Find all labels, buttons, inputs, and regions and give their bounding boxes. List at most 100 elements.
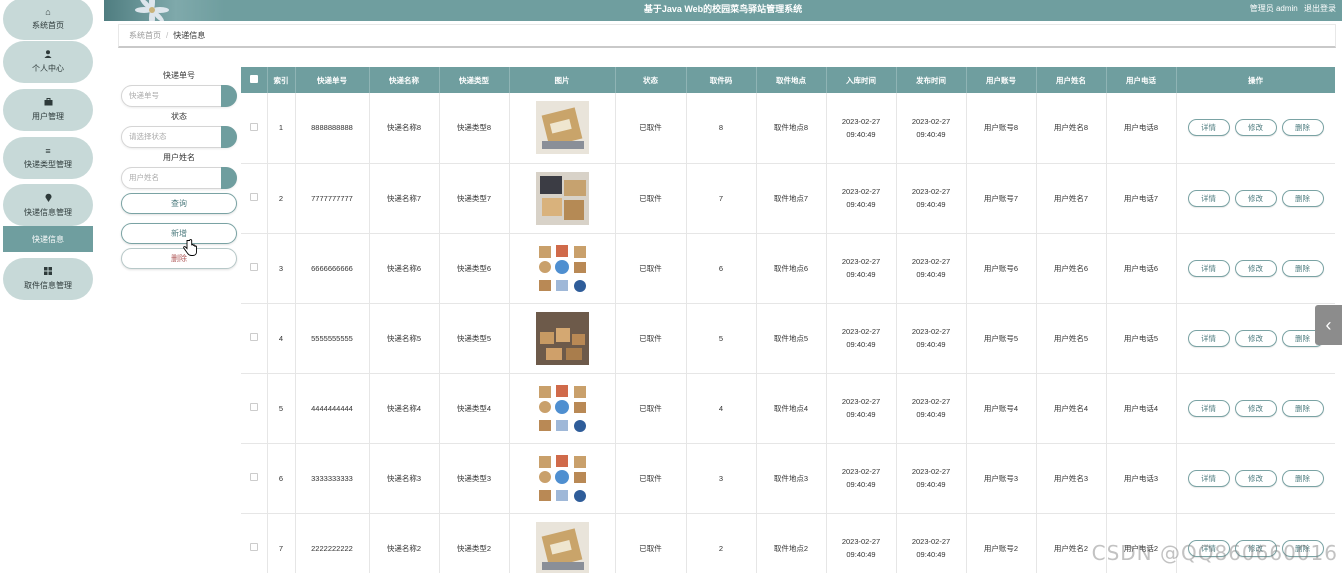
cell-in-time: 2023-02-27 09:40:49 <box>826 303 897 374</box>
row-checkbox[interactable] <box>249 333 258 341</box>
cell-user-account: 用户账号4 <box>966 373 1037 444</box>
query-button[interactable]: 查询 <box>121 193 237 214</box>
detail-button[interactable]: 详情 <box>1187 259 1230 277</box>
cell-in-time: 2023-02-27 09:40:49 <box>826 443 897 514</box>
cell-status: 已取件 <box>615 163 687 234</box>
cell-express-name: 快递名称5 <box>369 303 440 374</box>
cell-in-time: 2023-02-27 09:40:49 <box>826 163 897 234</box>
table-header-row: 索引 快递单号 快递名称 快递类型 图片 状态 取件码 取件地点 入库时间 发布… <box>241 67 1335 93</box>
cell-user-name: 用户姓名3 <box>1036 443 1107 514</box>
package-thumbnail[interactable] <box>535 171 589 225</box>
cell-pickup-code: 5 <box>686 303 757 374</box>
cell-tracking-number: 6666666666 <box>295 233 370 304</box>
cell-tracking-number: 3333333333 <box>295 443 370 514</box>
grid-icon <box>44 267 52 277</box>
delete-button[interactable]: 删除 <box>1281 469 1324 487</box>
delete-button[interactable]: 删除 <box>1281 259 1324 277</box>
edit-button[interactable]: 修改 <box>1234 329 1277 347</box>
cell-image <box>509 443 616 514</box>
cell-express-name: 快递名称4 <box>369 373 440 444</box>
cell-in-time: 2023-02-27 09:40:49 <box>826 373 897 444</box>
row-checkbox[interactable] <box>249 473 258 481</box>
add-button[interactable]: 新增 <box>121 223 237 244</box>
cell-image <box>509 303 616 374</box>
nav-item-profile[interactable]: 个人中心 <box>3 41 93 83</box>
delete-button[interactable]: 删除 <box>1281 119 1324 137</box>
cell-status: 已取件 <box>615 93 687 164</box>
table-row: 3 6666666666 快递名称6 快递类型6 已取件 6 取件地点6 2023-02-27… <box>241 233 1335 304</box>
edit-button[interactable]: 修改 <box>1234 469 1277 487</box>
nav-label: 系统首页 <box>32 21 64 30</box>
delete-button[interactable]: 删除 <box>1281 189 1324 207</box>
nav-item-express-type[interactable]: ≡ 快递类型管理 <box>3 137 93 179</box>
tracking-number-input[interactable]: 快递单号 <box>121 85 237 107</box>
cell-index: 6 <box>267 443 296 514</box>
cell-pickup-code: 4 <box>686 373 757 444</box>
cell-user-account: 用户账号3 <box>966 443 1037 514</box>
user-name-input[interactable]: 用户姓名 <box>121 167 237 189</box>
package-thumbnail[interactable] <box>535 521 589 573</box>
batch-delete-button[interactable]: 删除 <box>121 248 237 269</box>
cell-user-phone: 用户电话4 <box>1106 373 1177 444</box>
edit-button[interactable]: 修改 <box>1234 119 1277 137</box>
edit-button[interactable]: 修改 <box>1234 259 1277 277</box>
status-placeholder: 请选择状态 <box>129 132 167 141</box>
package-thumbnail[interactable] <box>535 381 589 435</box>
cell-index: 2 <box>267 163 296 234</box>
breadcrumb-current: 快递信息 <box>173 31 206 40</box>
cell-image <box>509 163 616 234</box>
cell-user-account: 用户账号8 <box>966 93 1037 164</box>
user-info: 管理员 admin 退出登录 <box>1246 0 1336 21</box>
edit-button[interactable]: 修改 <box>1234 189 1277 207</box>
select-all-checkbox[interactable] <box>249 75 258 83</box>
cell-pickup-code: 3 <box>686 443 757 514</box>
row-checkbox[interactable] <box>249 403 258 411</box>
nav-label: 快递信息管理 <box>24 207 72 217</box>
row-checkbox[interactable] <box>249 193 258 201</box>
cell-pickup-place: 取件地点2 <box>756 513 827 573</box>
cell-in-time: 2023-02-27 09:40:49 <box>826 233 897 304</box>
cell-user-name: 用户姓名6 <box>1036 233 1107 304</box>
app-title: 基于Java Web的校园菜鸟驿站管理系统 <box>643 4 803 14</box>
col-header: 快递类型 <box>439 67 510 93</box>
nav-subitem-express-info[interactable]: 快递信息 <box>3 226 93 252</box>
cell-express-name: 快递名称7 <box>369 163 440 234</box>
delete-button[interactable]: 删除 <box>1281 399 1324 417</box>
cell-publish-time: 2023-02-27 09:40:49 <box>896 513 967 573</box>
row-select-cell <box>241 93 268 164</box>
row-select-cell <box>241 373 268 444</box>
package-thumbnail[interactable] <box>535 451 589 505</box>
cell-user-phone: 用户电话3 <box>1106 443 1177 514</box>
breadcrumb-home[interactable]: 系统首页 <box>129 31 161 40</box>
nav-item-home[interactable]: ⌂ 系统首页 <box>3 0 93 40</box>
nav-item-pickup[interactable]: 取件信息管理 <box>3 258 93 300</box>
detail-button[interactable]: 详情 <box>1187 189 1230 207</box>
col-header: 取件码 <box>686 67 757 93</box>
cell-actions: 详情 修改 删除 <box>1176 373 1335 444</box>
row-checkbox[interactable] <box>249 122 258 131</box>
nav-item-users[interactable]: 用户管理 <box>3 89 93 131</box>
row-checkbox[interactable] <box>249 263 258 271</box>
cell-index: 3 <box>267 233 296 304</box>
cell-user-phone: 用户电话6 <box>1106 233 1177 304</box>
detail-button[interactable]: 详情 <box>1187 329 1230 347</box>
row-checkbox[interactable] <box>249 543 258 551</box>
nav-item-express-info[interactable]: 快递信息管理 <box>3 184 93 226</box>
detail-button[interactable]: 详情 <box>1187 119 1230 137</box>
package-thumbnail[interactable] <box>535 311 589 365</box>
col-header: 索引 <box>267 67 296 93</box>
briefcase-icon <box>44 98 53 108</box>
cell-user-account: 用户账号2 <box>966 513 1037 573</box>
cell-image <box>509 373 616 444</box>
status-select[interactable]: 请选择状态 <box>121 126 237 148</box>
package-thumbnail[interactable] <box>535 241 589 295</box>
detail-button[interactable]: 详情 <box>1187 399 1230 417</box>
package-thumbnail[interactable] <box>535 101 589 155</box>
edit-button[interactable]: 修改 <box>1234 399 1277 417</box>
cell-status: 已取件 <box>615 443 687 514</box>
collapse-tab-chevron-left-icon[interactable]: ‹ <box>1315 305 1342 345</box>
col-header: 状态 <box>615 67 687 93</box>
detail-button[interactable]: 详情 <box>1187 469 1230 487</box>
cell-tracking-number: 8888888888 <box>295 93 370 164</box>
logout-link[interactable]: 退出登录 <box>1304 4 1336 13</box>
